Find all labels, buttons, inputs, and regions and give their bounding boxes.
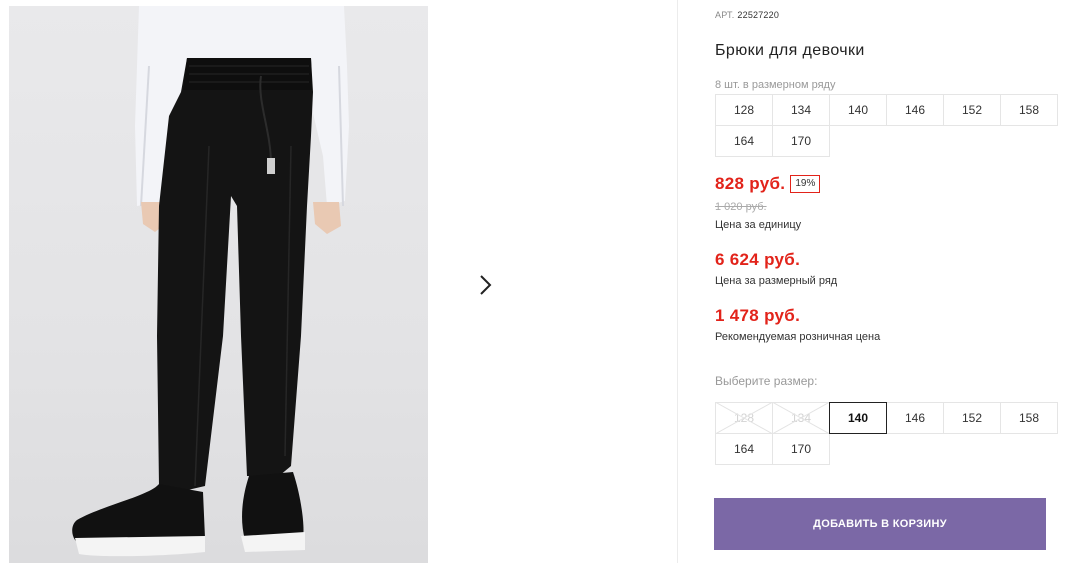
- row-size-cell: 152: [943, 94, 1001, 126]
- row-size-cell: 158: [1000, 94, 1058, 126]
- row-size-cell: 146: [886, 94, 944, 126]
- size-row-grid: 128 134 140 146 152 158 164 170: [715, 94, 1058, 157]
- row-size-cell: 140: [829, 94, 887, 126]
- gallery-next-button[interactable]: [460, 259, 512, 311]
- product-photo: [9, 6, 428, 563]
- size-option[interactable]: 152: [943, 402, 1001, 434]
- rrp-price-caption: Рекомендуемая розничная цена: [715, 331, 881, 343]
- unit-price-caption: Цена за единицу: [715, 219, 802, 231]
- size-option-selected[interactable]: 140: [829, 402, 887, 434]
- size-option[interactable]: 158: [1000, 402, 1058, 434]
- size-select-grid: 128 134 140 146 152 158 164 170: [715, 402, 1058, 465]
- rrp-price: 1 478 руб.: [715, 306, 801, 325]
- size-option-unavailable: 128: [715, 402, 773, 434]
- product-title: Брюки для девочки: [715, 42, 865, 59]
- article-number: АРТ. 22527220: [715, 10, 779, 20]
- row-price-caption: Цена за размерный ряд: [715, 275, 838, 287]
- size-option-unavailable: 134: [772, 402, 830, 434]
- row-size-cell: 128: [715, 94, 773, 126]
- product-photo-illustration: [72, 6, 349, 557]
- unit-price: 828 руб.: [715, 174, 786, 193]
- row-price: 6 624 руб.: [715, 250, 801, 269]
- unit-price-block: 828 руб. 19%: [715, 174, 821, 194]
- row-size-cell: 170: [772, 125, 830, 157]
- discount-badge: 19%: [790, 175, 821, 193]
- chevron-right-icon: [480, 275, 492, 295]
- old-price: 1 020 руб.: [715, 201, 767, 213]
- row-size-cell: 134: [772, 94, 830, 126]
- row-count-text: 8 шт. в размерном ряду: [715, 79, 836, 91]
- size-option[interactable]: 146: [886, 402, 944, 434]
- panel-divider: [677, 0, 678, 563]
- article-label: АРТ.: [715, 10, 735, 20]
- choose-size-label: Выберите размер:: [715, 374, 818, 388]
- article-value: 22527220: [737, 10, 780, 20]
- add-to-cart-button[interactable]: ДОБАВИТЬ В КОРЗИНУ: [714, 498, 1046, 550]
- row-size-cell: 164: [715, 125, 773, 157]
- size-option[interactable]: 164: [715, 433, 773, 465]
- size-option[interactable]: 170: [772, 433, 830, 465]
